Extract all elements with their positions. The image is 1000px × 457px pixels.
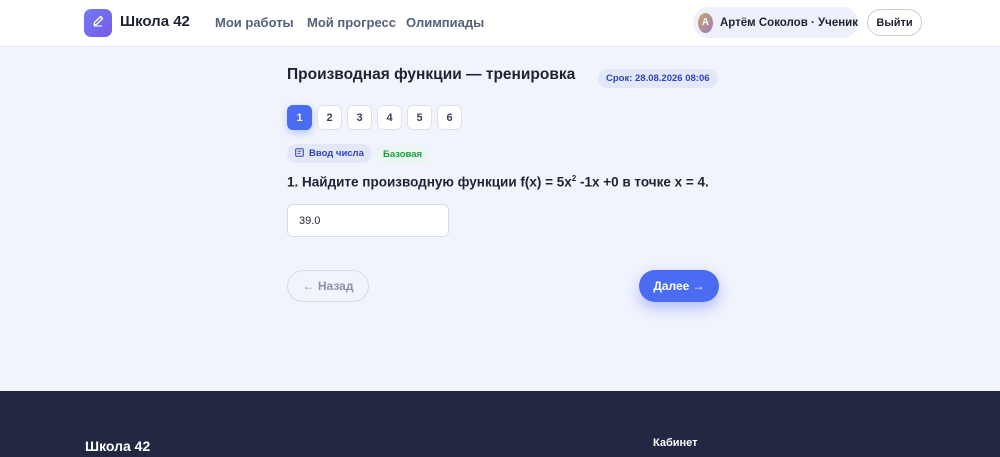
input-field-icon [295, 147, 304, 160]
top-header: Школа 42 Мои работы Мой прогресс Олимпиа… [0, 0, 1000, 47]
logout-button[interactable]: Выйти [867, 9, 922, 36]
nav-my-works[interactable]: Мои работы [215, 15, 294, 30]
answer-type-tag: Ввод числа [287, 144, 372, 163]
question-text: 1. Найдите производную функции f(x) = 5x… [287, 174, 709, 190]
question-button-2[interactable]: 2 [317, 105, 342, 130]
difficulty-tag: Базовая [377, 146, 429, 163]
user-name: Артём Соколов · Ученик [719, 16, 858, 29]
question-button-3[interactable]: 3 [347, 105, 372, 130]
avatar: А [698, 12, 713, 33]
nav-olympiads[interactable]: Олимпиады [406, 15, 484, 30]
question-navigator: 1 2 3 4 5 6 [287, 105, 462, 130]
footer-column-title: Кабинет [653, 437, 698, 449]
back-button[interactable]: ← Назад [287, 270, 369, 302]
next-button[interactable]: Далее → [639, 270, 719, 302]
question-text-tail: -1x +0 в точке x = 4. [576, 174, 709, 190]
footer-brand: Школа 42 [85, 438, 151, 454]
pencil-icon [91, 14, 105, 33]
page-title: Производная функции — тренировка [287, 66, 576, 83]
answer-input[interactable] [287, 204, 449, 237]
footer: Школа 42 Кабинет [0, 391, 1000, 457]
question-button-6[interactable]: 6 [437, 105, 462, 130]
nav-my-progress[interactable]: Мой прогресс [307, 15, 396, 30]
answer-type-label: Ввод числа [309, 148, 364, 159]
user-chip[interactable]: А Артём Соколов · Ученик [693, 7, 858, 38]
question-text-main: 1. Найдите производную функции f(x) = 5x [287, 174, 572, 190]
question-button-5[interactable]: 5 [407, 105, 432, 130]
school-logo[interactable] [84, 9, 112, 37]
question-button-1[interactable]: 1 [287, 105, 312, 130]
deadline-badge: Срок: 28.08.2026 08:06 [598, 69, 718, 88]
question-button-4[interactable]: 4 [377, 105, 402, 130]
brand-name[interactable]: Школа 42 [120, 13, 190, 30]
